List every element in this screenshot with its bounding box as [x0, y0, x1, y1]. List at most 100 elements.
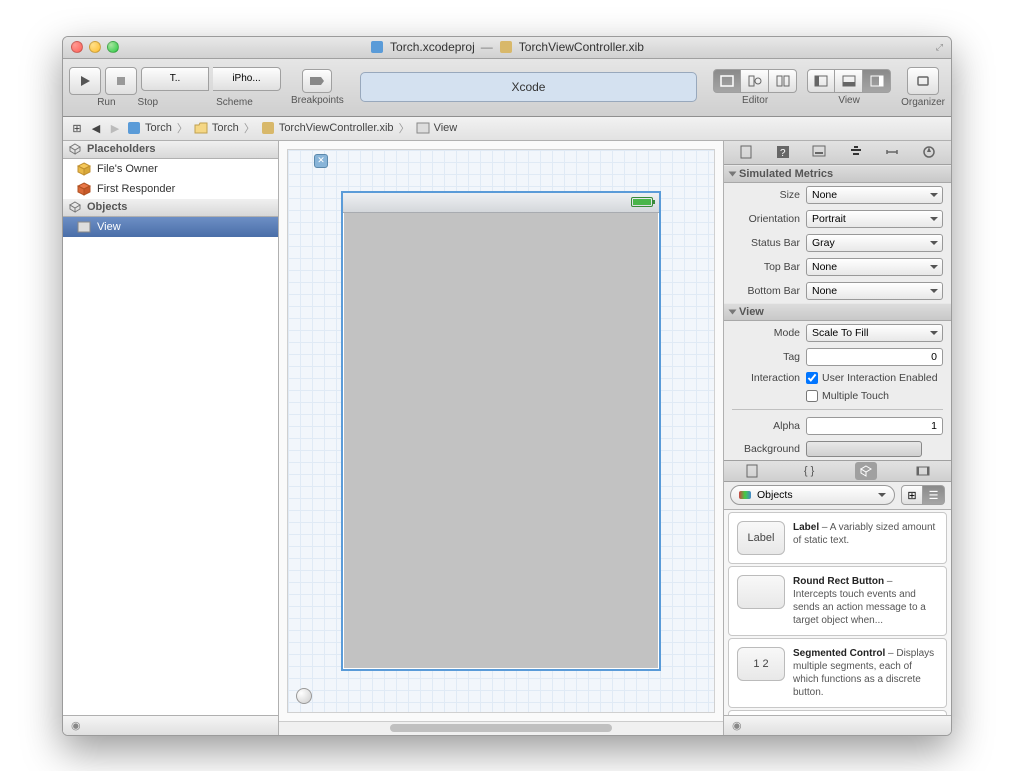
outline-filter-icon[interactable]: ◉	[71, 719, 81, 732]
background-label: Background	[732, 443, 800, 455]
jumpbar-file[interactable]: TorchViewController.xib	[279, 122, 394, 134]
file-inspector-tab[interactable]	[735, 143, 757, 161]
library-item-preview: Label	[737, 521, 785, 555]
toggle-debug-button[interactable]	[835, 69, 863, 93]
view-item[interactable]: View	[63, 217, 278, 237]
top-bar-select[interactable]: None	[806, 258, 943, 276]
library-list-view-button[interactable]: ☰	[923, 485, 945, 505]
alpha-input[interactable]: 1	[806, 417, 943, 435]
activity-status: Xcode	[360, 72, 697, 102]
code-snippet-library-tab[interactable]: { }	[798, 462, 820, 480]
files-owner-label: File's Owner	[97, 163, 158, 175]
title-separator: —	[481, 40, 493, 54]
close-canvas-button[interactable]: ✕	[314, 154, 328, 168]
multiple-touch-checkbox[interactable]: Multiple Touch	[806, 390, 889, 402]
file-template-library-tab[interactable]	[741, 462, 763, 480]
document-knob[interactable]	[296, 688, 312, 704]
content-area: Placeholders File's Owner First Responde…	[63, 141, 951, 735]
jumpbar-view[interactable]: View	[434, 122, 458, 134]
object-library-tab[interactable]	[855, 462, 877, 480]
library-list[interactable]: LabelLabel – A variably sized amount of …	[724, 510, 951, 715]
library-item[interactable]: LabelLabel – A variably sized amount of …	[728, 512, 947, 564]
run-label: Run	[97, 97, 115, 108]
media-library-tab[interactable]	[912, 462, 934, 480]
library-grid-view-button[interactable]: ⊞	[901, 485, 923, 505]
organizer-button[interactable]	[907, 67, 939, 95]
view-group: View	[807, 69, 891, 106]
identity-inspector-tab[interactable]	[808, 143, 830, 161]
connections-inspector-tab[interactable]	[918, 143, 940, 161]
battery-icon	[631, 197, 653, 207]
quick-help-tab[interactable]: ?	[772, 143, 794, 161]
breakpoints-label: Breakpoints	[291, 95, 344, 106]
bottom-bar-select[interactable]: None	[806, 282, 943, 300]
toggle-utilities-button[interactable]	[863, 69, 891, 93]
zoom-window-button[interactable]	[107, 41, 119, 53]
breakpoints-button[interactable]	[302, 69, 332, 93]
toggle-navigator-button[interactable]	[807, 69, 835, 93]
inspector-tabs: ?	[724, 141, 951, 165]
project-icon	[126, 120, 142, 136]
run-button[interactable]	[69, 67, 101, 95]
project-icon	[370, 40, 384, 54]
stop-button[interactable]	[105, 67, 137, 95]
library-filter-row: Objects ⊞ ☰	[724, 482, 951, 510]
status-bar-select[interactable]: Gray	[806, 234, 943, 252]
disclosure-icon	[729, 171, 737, 176]
first-responder-label: First Responder	[97, 183, 175, 195]
library-item-text: Round Rect Button – Intercepts touch eve…	[793, 575, 938, 627]
files-owner-item[interactable]: File's Owner	[63, 159, 278, 179]
mode-select[interactable]: Scale To Fill	[806, 324, 943, 342]
cube-icon	[69, 201, 81, 213]
xcode-window: Torch.xcodeproj — TorchViewController.xi…	[62, 36, 952, 736]
title-project: Torch.xcodeproj	[390, 40, 475, 54]
size-inspector-tab[interactable]	[881, 143, 903, 161]
library-scope-dropdown[interactable]: Objects	[730, 485, 895, 505]
forward-button[interactable]: ▶	[107, 120, 123, 136]
assistant-editor-button[interactable]	[741, 69, 769, 93]
scheme-target[interactable]: T..	[141, 67, 209, 91]
svg-text:?: ?	[780, 148, 786, 159]
simulated-metrics-label: Simulated Metrics	[739, 168, 833, 180]
run-group: T.. iPho... Run Stop Scheme	[69, 67, 281, 108]
attributes-inspector-tab[interactable]	[845, 143, 867, 161]
stop-label: Stop	[138, 97, 159, 108]
proxy-icon: ⤢	[936, 42, 943, 53]
utilities-panel: ? Simulated Metrics SizeNone Orientation…	[723, 141, 951, 735]
organizer-label: Organizer	[901, 97, 945, 108]
placeholders-label: Placeholders	[87, 143, 155, 155]
user-interaction-checkbox[interactable]: User Interaction Enabled	[806, 372, 938, 384]
library-item[interactable]: 1 2Segmented Control – Displays multiple…	[728, 638, 947, 708]
jumpbar-project[interactable]: Torch	[145, 122, 172, 134]
canvas[interactable]: ✕	[287, 149, 715, 713]
background-color-well[interactable]	[806, 441, 922, 457]
version-editor-button[interactable]	[769, 69, 797, 93]
jumpbar-folder[interactable]: Torch	[212, 122, 239, 134]
editor-label: Editor	[742, 95, 768, 106]
close-window-button[interactable]	[71, 41, 83, 53]
standard-editor-button[interactable]	[713, 69, 741, 93]
minimize-window-button[interactable]	[89, 41, 101, 53]
size-select[interactable]: None	[806, 186, 943, 204]
horizontal-scrollbar[interactable]	[279, 721, 723, 735]
files-owner-icon	[77, 162, 91, 176]
back-button[interactable]: ◀	[88, 120, 104, 136]
view-label: View	[97, 221, 121, 233]
jumpbar-chevron-icon: 〉	[399, 120, 410, 136]
objects-label: Objects	[87, 201, 127, 213]
placeholders-header: Placeholders	[63, 141, 278, 159]
library-item[interactable]: Round Rect Button – Intercepts touch eve…	[728, 566, 947, 636]
simulated-metrics-header[interactable]: Simulated Metrics	[724, 165, 951, 183]
first-responder-item[interactable]: First Responder	[63, 179, 278, 199]
alpha-label: Alpha	[732, 420, 800, 432]
related-items-button[interactable]: ⊞	[69, 120, 85, 136]
toolbar: T.. iPho... Run Stop Scheme Breakpoints …	[63, 59, 951, 117]
scheme-destination[interactable]: iPho...	[213, 67, 281, 91]
jump-bar: ⊞ ◀ ▶ Torch 〉 Torch 〉 TorchViewControlle…	[63, 117, 951, 141]
tag-input[interactable]: 0	[806, 348, 943, 366]
view-section-header[interactable]: View	[724, 303, 951, 321]
view-object[interactable]	[341, 191, 661, 671]
library-filter-icon[interactable]: ◉	[732, 719, 742, 732]
orientation-select[interactable]: Portrait	[806, 210, 943, 228]
objects-header: Objects	[63, 199, 278, 217]
